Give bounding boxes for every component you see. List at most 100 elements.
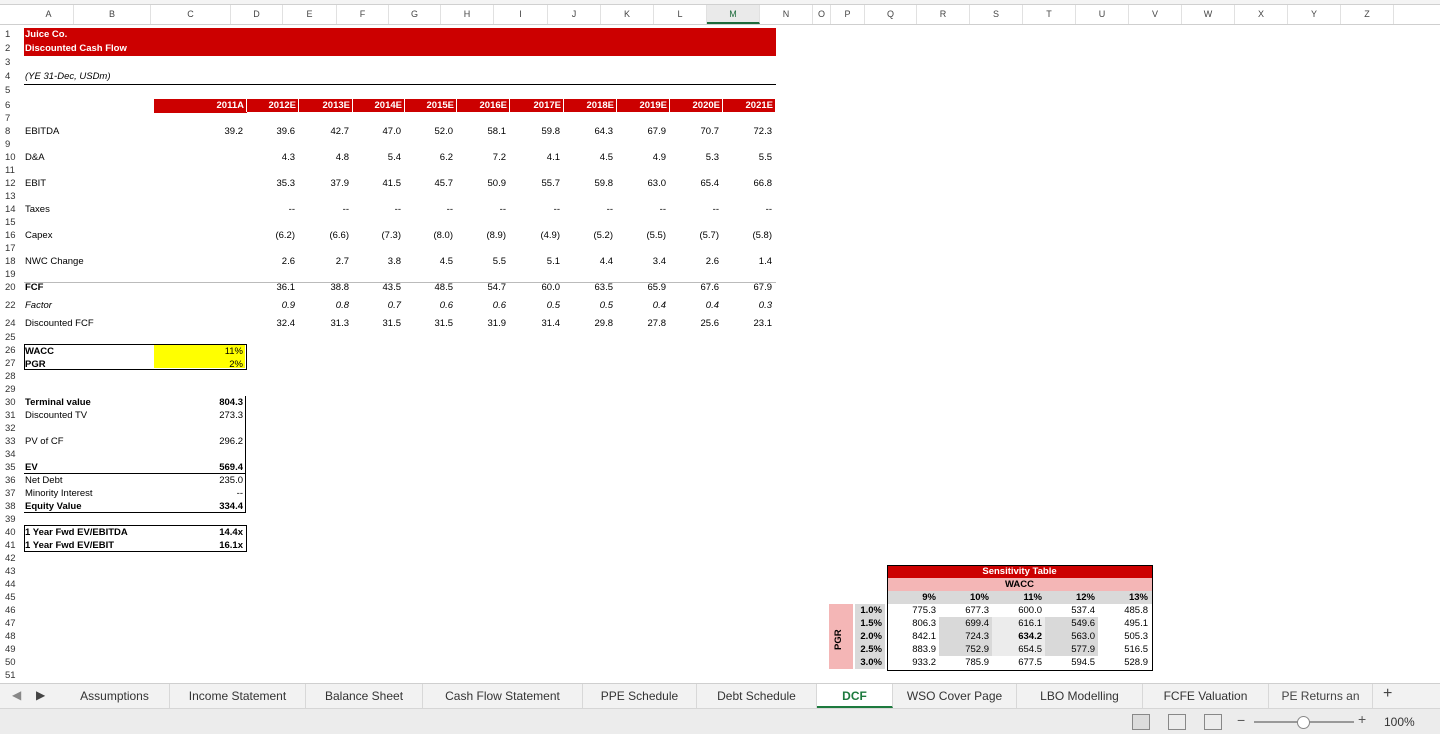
sheet-tab-assumptions[interactable]: Assumptions (60, 684, 170, 708)
column-header-j[interactable]: J (548, 5, 601, 24)
sheet-tab-income-statement[interactable]: Income Statement (170, 684, 306, 708)
sheet-tab-wso-cover-page[interactable]: WSO Cover Page (893, 684, 1017, 708)
row-number[interactable]: 26 (0, 344, 24, 357)
row-number[interactable]: 11 (0, 164, 24, 177)
table-cell[interactable]: 0.4 (617, 299, 666, 312)
normal-view-icon[interactable] (1132, 714, 1150, 730)
table-cell[interactable]: (8.0) (405, 229, 453, 242)
table-cell[interactable]: 42.7 (299, 125, 350, 138)
column-header-bar[interactable]: ABCDEFGHIJKLMNOPQRSTUVWXYZ (0, 5, 1440, 25)
multiple-value[interactable]: 16.1x (154, 539, 243, 552)
row-number[interactable]: 5 (0, 84, 24, 97)
sensitivity-cell[interactable]: 505.3 (1098, 630, 1151, 643)
table-cell[interactable]: 47.0 (353, 125, 402, 138)
sheet-tab-lbo-modelling[interactable]: LBO Modelling (1017, 684, 1143, 708)
table-cell[interactable]: 72.3 (723, 125, 773, 138)
row-number[interactable]: 51 (0, 669, 24, 682)
column-header-k[interactable]: K (601, 5, 654, 24)
table-cell[interactable]: 2.6 (670, 255, 719, 268)
sensitivity-cell[interactable]: 933.2 (887, 656, 939, 669)
table-cell[interactable]: 0.8 (299, 299, 349, 312)
valuation-value[interactable]: 804.3 (154, 396, 243, 409)
table-cell[interactable]: 6.2 (405, 151, 453, 164)
table-cell[interactable]: (4.9) (510, 229, 560, 242)
row-number[interactable]: 3 (0, 56, 24, 69)
sensitivity-cell[interactable]: 495.1 (1098, 617, 1151, 630)
table-cell[interactable] (154, 177, 243, 190)
sensitivity-cell[interactable]: 785.9 (939, 656, 992, 669)
table-cell[interactable]: 66.8 (723, 177, 773, 190)
sensitivity-cell[interactable]: 842.1 (887, 630, 939, 643)
table-cell[interactable]: -- (617, 203, 666, 216)
valuation-value[interactable]: 273.3 (154, 409, 243, 422)
column-header-l[interactable]: L (654, 5, 707, 24)
sensitivity-cell[interactable]: 528.9 (1098, 656, 1151, 669)
table-cell[interactable]: 59.8 (564, 177, 614, 190)
column-header-p[interactable]: P (831, 5, 865, 24)
row-number[interactable]: 44 (0, 578, 24, 591)
table-cell[interactable]: (7.3) (353, 229, 401, 242)
row-number[interactable]: 22 (0, 299, 24, 312)
sheet-tab-debt-schedule[interactable]: Debt Schedule (697, 684, 817, 708)
table-cell[interactable]: 65.4 (670, 177, 720, 190)
sensitivity-cell[interactable]: 654.5 (992, 643, 1045, 656)
table-cell[interactable]: 3.8 (353, 255, 401, 268)
row-number[interactable]: 20 (0, 281, 24, 294)
table-cell[interactable]: 31.9 (457, 317, 507, 330)
row-number[interactable]: 1 (0, 28, 24, 41)
column-header-x[interactable]: X (1235, 5, 1288, 24)
row-number[interactable]: 27 (0, 357, 24, 370)
row-number[interactable]: 32 (0, 422, 24, 435)
table-cell[interactable]: 4.4 (564, 255, 613, 268)
table-cell[interactable]: 25.6 (670, 317, 720, 330)
sensitivity-cell[interactable]: 752.9 (939, 643, 992, 656)
table-cell[interactable]: -- (405, 203, 453, 216)
row-number[interactable]: 33 (0, 435, 24, 448)
table-cell[interactable]: 41.5 (353, 177, 402, 190)
table-cell[interactable]: 63.0 (617, 177, 667, 190)
row-number[interactable]: 48 (0, 630, 24, 643)
column-header-r[interactable]: R (917, 5, 970, 24)
sensitivity-cell[interactable]: 677.5 (992, 656, 1045, 669)
column-header-e[interactable]: E (283, 5, 337, 24)
table-cell[interactable]: 5.3 (670, 151, 719, 164)
row-number[interactable]: 24 (0, 317, 24, 330)
table-cell[interactable]: 64.3 (564, 125, 614, 138)
table-cell[interactable]: (5.7) (670, 229, 719, 242)
table-cell[interactable]: 7.2 (457, 151, 506, 164)
table-cell[interactable]: 2.7 (299, 255, 349, 268)
row-number[interactable]: 29 (0, 383, 24, 396)
row-number[interactable]: 25 (0, 331, 24, 344)
sheet-tab-ppe-schedule[interactable]: PPE Schedule (583, 684, 697, 708)
table-cell[interactable]: (5.5) (617, 229, 666, 242)
row-number[interactable]: 13 (0, 190, 24, 203)
table-cell[interactable]: 4.3 (247, 151, 295, 164)
row-number[interactable]: 38 (0, 500, 24, 513)
table-cell[interactable]: (5.2) (564, 229, 613, 242)
row-number[interactable]: 35 (0, 461, 24, 474)
column-header-m[interactable]: M (707, 5, 760, 24)
table-cell[interactable]: 4.5 (564, 151, 613, 164)
sensitivity-cell[interactable]: 563.0 (1045, 630, 1098, 643)
column-header-d[interactable]: D (231, 5, 283, 24)
table-cell[interactable]: -- (457, 203, 506, 216)
table-cell[interactable]: -- (564, 203, 613, 216)
prev-sheet-icon[interactable]: ◀ (12, 688, 21, 702)
sensitivity-cell[interactable]: 806.3 (887, 617, 939, 630)
assumption-value[interactable]: 2% (154, 358, 243, 371)
sensitivity-cell[interactable]: 883.9 (887, 643, 939, 656)
table-cell[interactable]: 0.7 (353, 299, 401, 312)
sensitivity-cell[interactable]: 724.3 (939, 630, 992, 643)
valuation-value[interactable]: 235.0 (154, 474, 243, 487)
table-cell[interactable]: 52.0 (405, 125, 454, 138)
row-number[interactable]: 12 (0, 177, 24, 190)
column-header-u[interactable]: U (1076, 5, 1129, 24)
table-cell[interactable]: 23.1 (723, 317, 773, 330)
table-cell[interactable] (154, 203, 243, 216)
table-cell[interactable]: 31.5 (405, 317, 454, 330)
next-sheet-icon[interactable]: ▶ (36, 688, 45, 702)
sensitivity-cell[interactable]: 485.8 (1098, 604, 1151, 617)
sensitivity-cell[interactable]: 594.5 (1045, 656, 1098, 669)
table-cell[interactable]: 0.5 (564, 299, 613, 312)
table-cell[interactable]: 5.1 (510, 255, 560, 268)
